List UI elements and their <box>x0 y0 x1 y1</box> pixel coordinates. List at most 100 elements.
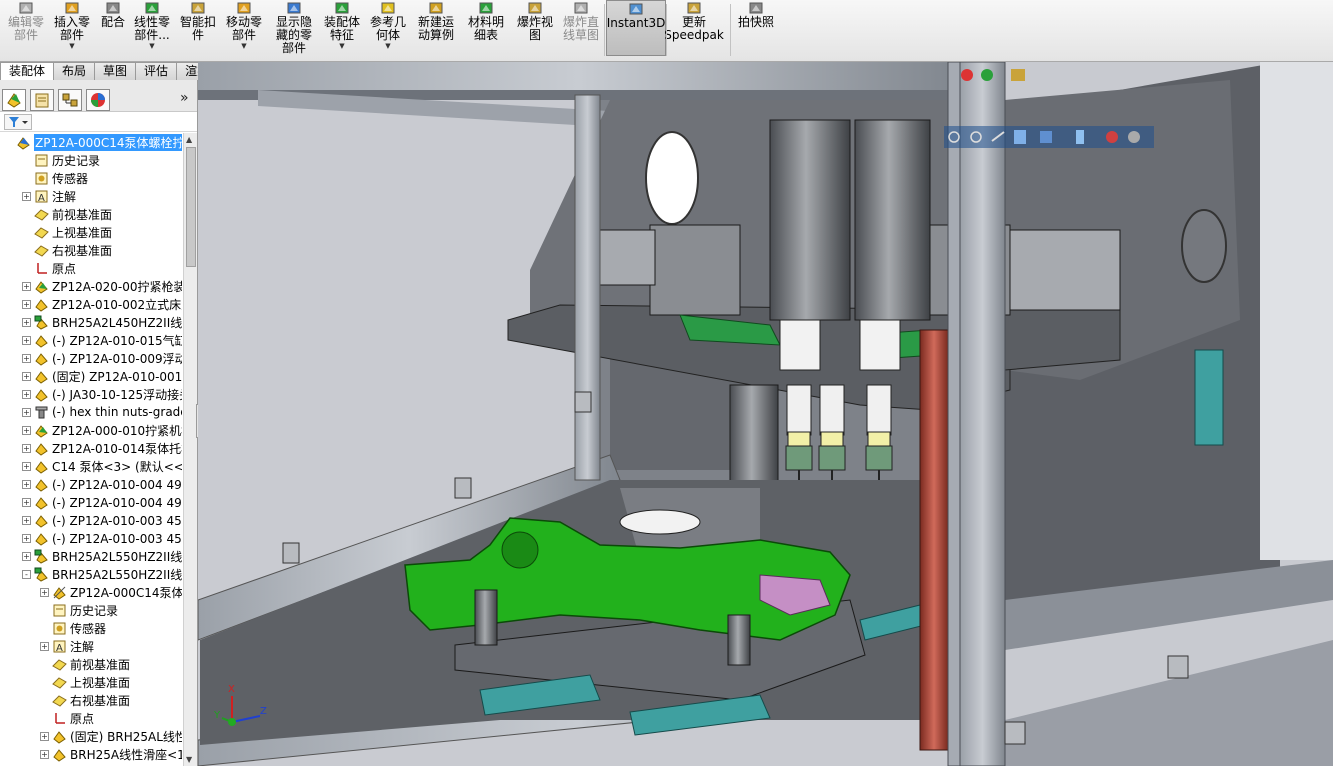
tree-item[interactable]: + ZP12A-000C14泵体螺 <box>0 583 182 601</box>
take-snapshot-button[interactable]: 拍快照 <box>734 0 778 60</box>
tree-item[interactable]: + BRH25A2L450HZ2II线性 <box>0 313 182 331</box>
expand-icon[interactable]: + <box>40 749 49 759</box>
tree-item[interactable]: + (-) ZP12A-010-003 45毫 <box>0 529 182 547</box>
tree-item[interactable]: + (-) ZP12A-010-009浮动头 <box>0 349 182 367</box>
property-manager-tab[interactable] <box>30 89 54 111</box>
tree-item[interactable]: + ZP12A-000-010拧紧机框 <box>0 421 182 439</box>
scroll-up-arrow-icon[interactable]: ▲ <box>186 135 192 144</box>
insert-components-button[interactable]: 插入零 部件 ▼ <box>50 0 94 60</box>
filter-button[interactable] <box>4 114 32 130</box>
tree-item[interactable]: + (-) ZP12A-010-003 45毫 <box>0 511 182 529</box>
instant3d-button[interactable]: Instant3D <box>606 0 666 56</box>
view-orientation-icon[interactable] <box>1040 131 1052 143</box>
edit-component-button[interactable]: 编辑零 部件 <box>4 0 48 60</box>
tree-item[interactable]: + (-) ZP12A-010-004 49毫 <box>0 493 182 511</box>
expand-icon[interactable]: + <box>22 371 31 381</box>
edit-appearance-icon[interactable] <box>961 69 973 81</box>
expand-icon[interactable]: + <box>22 281 31 291</box>
show-hidden-button[interactable]: 显示隐 藏的零 部件 <box>270 0 318 60</box>
expand-icon[interactable]: + <box>22 479 31 489</box>
smart-fasteners-button[interactable]: 智能扣 件 <box>176 0 220 60</box>
tree-scrollbar[interactable]: ▲ ▼ <box>183 133 197 766</box>
expand-icon[interactable]: + <box>22 335 31 345</box>
expand-icon[interactable]: + <box>22 551 31 561</box>
tree-item[interactable]: 原点 <box>0 259 182 277</box>
dropdown-arrow-icon[interactable]: ▼ <box>339 42 344 50</box>
section-view-icon[interactable] <box>1014 130 1026 144</box>
dropdown-arrow-icon[interactable]: ▼ <box>241 42 246 50</box>
scene-icon[interactable] <box>1128 131 1140 143</box>
expand-icon[interactable]: + <box>40 587 49 597</box>
tree-item[interactable]: 上视基准面 <box>0 673 182 691</box>
tree-item[interactable]: + (固定) ZP12A-010-001大 <box>0 367 182 385</box>
expand-icon[interactable]: + <box>22 533 31 543</box>
tree-item[interactable]: + (-) ZP12A-010-015气缸固 <box>0 331 182 349</box>
tree-item[interactable]: + ZP12A-010-014泵体托板 <box>0 439 182 457</box>
expand-icon[interactable]: + <box>22 407 31 417</box>
tree-item[interactable]: 前视基准面 <box>0 655 182 673</box>
collapse-icon[interactable]: - <box>22 569 31 579</box>
tree-item[interactable]: 历史记录 <box>0 601 182 619</box>
tree-item[interactable]: 传感器 <box>0 619 182 637</box>
tree-item[interactable]: + BRH25A2L550HZ2II线性 <box>0 547 182 565</box>
dropdown-arrow-icon[interactable]: ▼ <box>385 42 390 50</box>
dropdown-arrow-icon[interactable]: ▼ <box>69 42 74 50</box>
display-style-icon[interactable] <box>1076 130 1084 144</box>
expand-icon[interactable]: + <box>22 191 31 201</box>
tree-item[interactable]: + (-) hex thin nuts-grades <box>0 403 182 421</box>
expand-icon[interactable]: + <box>22 299 31 309</box>
tree-item[interactable]: + A 注解 <box>0 637 182 655</box>
new-motion-study-button[interactable]: 新建运 动算例 <box>412 0 460 60</box>
graphics-viewport[interactable]: X Y Z <box>198 62 1333 766</box>
tab-3[interactable]: 评估 <box>135 62 178 80</box>
tab-2[interactable]: 草图 <box>94 62 137 80</box>
tab-1[interactable]: 布局 <box>53 62 96 80</box>
tree-item[interactable]: + ZP12A-010-002立式床身 <box>0 295 182 313</box>
panel-more-button[interactable]: » <box>180 90 189 106</box>
tree-item[interactable]: 右视基准面 <box>0 691 182 709</box>
tree-item[interactable]: 右视基准面 <box>0 241 182 259</box>
explode-line-sketch-button[interactable]: 爆炸直 线草图 <box>558 0 604 60</box>
expand-icon[interactable]: + <box>22 443 31 453</box>
configuration-manager-tab[interactable] <box>58 89 82 111</box>
tree-item[interactable]: 原点 <box>0 709 182 727</box>
tree-item[interactable]: 前视基准面 <box>0 205 182 223</box>
view-settings-icon[interactable] <box>1011 69 1025 81</box>
tree-item[interactable]: + C14 泵体<3> (默认<<默 <box>0 457 182 475</box>
bill-of-materials-button[interactable]: 材料明 细表 <box>462 0 510 60</box>
tree-item[interactable]: 历史记录 <box>0 151 182 169</box>
tree-item[interactable]: + (-) ZP12A-010-004 49毫 <box>0 475 182 493</box>
appearance-icon[interactable] <box>1106 131 1118 143</box>
exploded-view-button[interactable]: 爆炸视 图 <box>512 0 558 60</box>
mate-button[interactable]: 配合 <box>96 0 130 60</box>
tree-item[interactable]: 传感器 <box>0 169 182 187</box>
tab-0[interactable]: 装配体 <box>0 62 55 80</box>
tree-item[interactable]: ZP12A-000C14泵体螺栓拧紧 <box>0 133 182 151</box>
expand-icon[interactable]: + <box>40 731 49 741</box>
dropdown-arrow-icon[interactable]: ▼ <box>149 42 154 50</box>
tree-item[interactable]: + (-) JA30-10-125浮动接头 <box>0 385 182 403</box>
display-manager-tab[interactable] <box>86 89 110 111</box>
assembly-features-button[interactable]: 装配体 特征 ▼ <box>320 0 364 60</box>
tree-item[interactable]: - BRH25A2L550HZ2II线性 <box>0 565 182 583</box>
reference-geometry-button[interactable]: 参考几 何体 ▼ <box>366 0 410 60</box>
tree-item[interactable]: + A 注解 <box>0 187 182 205</box>
tree-item[interactable]: + ZP12A-020-00拧紧枪装配 <box>0 277 182 295</box>
expand-icon[interactable]: + <box>22 497 31 507</box>
scroll-down-arrow-icon[interactable]: ▼ <box>186 755 192 764</box>
move-component-button[interactable]: 移动零 部件 ▼ <box>222 0 266 60</box>
apply-scene-icon[interactable] <box>981 69 993 81</box>
expand-icon[interactable]: + <box>22 317 31 327</box>
expand-icon[interactable]: + <box>22 389 31 399</box>
feature-manager-tab[interactable] <box>2 89 26 111</box>
scrollbar-thumb[interactable] <box>186 147 196 267</box>
expand-icon[interactable]: + <box>22 461 31 471</box>
tree-item[interactable]: + (固定) BRH25AL线性 <box>0 727 182 745</box>
expand-icon[interactable]: + <box>40 641 49 651</box>
update-speedpak-button[interactable]: 更新 Speedpak <box>664 0 724 60</box>
tree-item[interactable]: + BRH25A线性滑座<1> <box>0 745 182 763</box>
tree-item[interactable]: 上视基准面 <box>0 223 182 241</box>
expand-icon[interactable]: + <box>22 353 31 363</box>
linear-pattern-button[interactable]: 线性零 部件... ▼ <box>130 0 174 60</box>
expand-icon[interactable]: + <box>22 425 31 435</box>
